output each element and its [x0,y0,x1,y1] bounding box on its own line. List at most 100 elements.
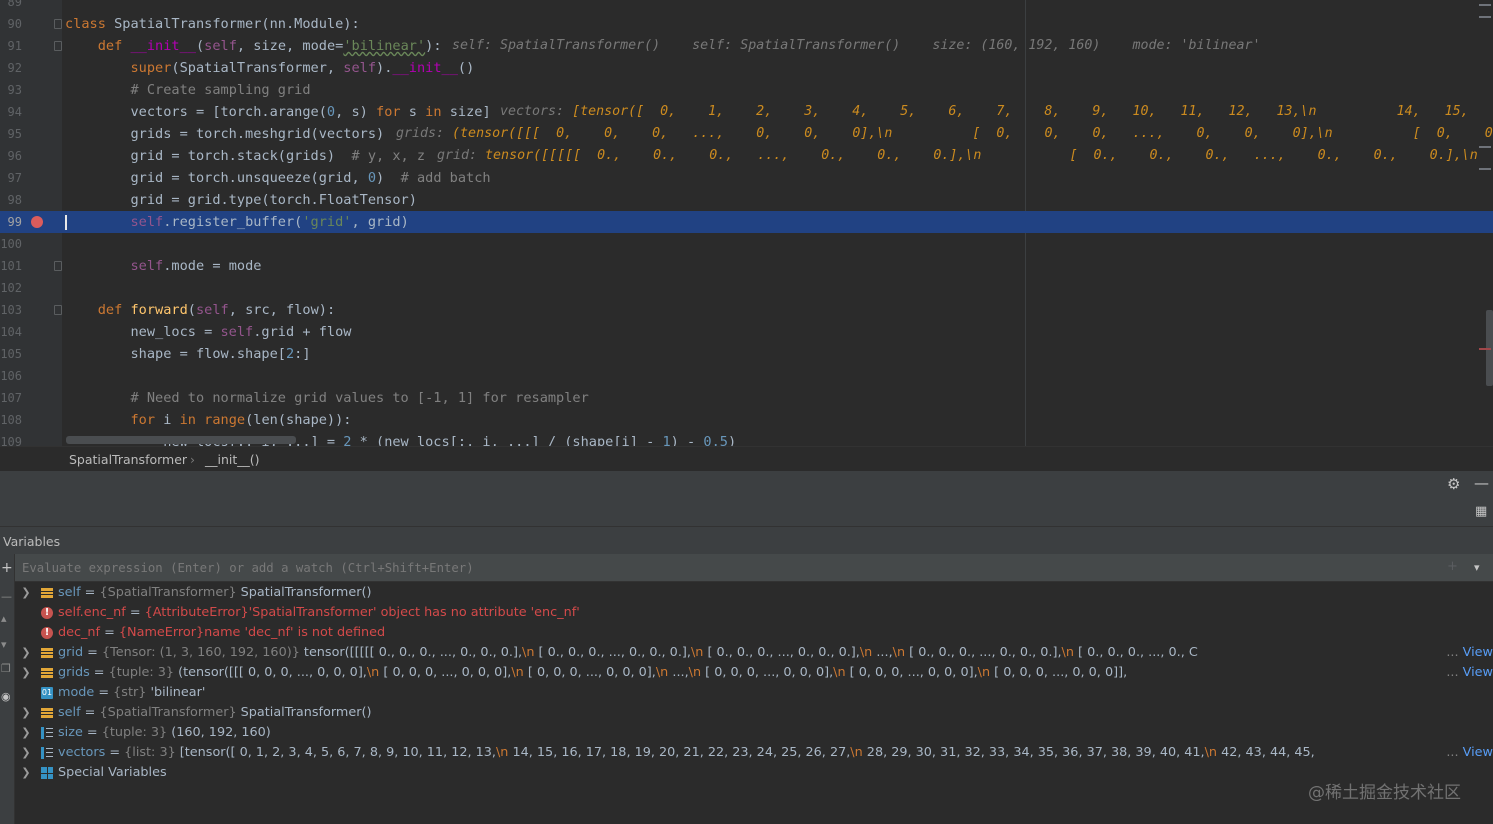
object-icon [41,588,53,598]
variable-name: self [58,585,81,600]
variable-row[interactable]: ! self.enc_nf = {AttributeError}'SpatialT… [15,603,1493,623]
chevron-right-icon[interactable]: ❯ [21,643,31,663]
evaluate-expression-bar: + ▾ [15,554,1493,582]
code-text: shape = flow.shape[2:] [65,346,311,362]
code-line[interactable]: 93 # Create sampling grid [0,79,1493,101]
view-link[interactable]: ... View [1440,643,1493,663]
variable-type: {SpatialTransformer} [99,705,241,720]
line-number: 108 [0,413,22,427]
gear-icon[interactable]: ⚙ [1447,476,1460,492]
variable-text: vectors = {list: 3} [tensor([ 0, 1, 2, 3… [58,743,1315,763]
add-watch-icon[interactable]: + [1,560,13,576]
code-line[interactable]: 98 grid = grid.type(torch.FloatTensor) [0,189,1493,211]
string-icon: 01 [41,687,53,699]
variable-equals: = [82,725,102,740]
code-line[interactable]: 92 super(SpatialTransformer, self).__ini… [0,57,1493,79]
horizontal-scrollbar[interactable] [66,436,296,444]
code-line[interactable]: 90 class SpatialTransformer(nn.Module): [0,13,1493,35]
fold-marker-icon[interactable] [54,41,62,51]
code-line[interactable]: 106 [0,365,1493,387]
breakpoint-icon[interactable] [31,216,43,228]
code-line[interactable]: 107 # Need to normalize grid values to [… [0,387,1493,409]
code-text: # Need to normalize grid values to [-1, … [130,390,589,406]
add-watch-inline-icon[interactable]: + [1447,559,1458,575]
code-text: # Create sampling grid [130,82,311,98]
line-number: 99 [7,215,22,229]
inline-debug-value: grids: (tensor([[[ 0, 0, 0, ..., 0, 0, 0… [396,126,1493,141]
code-text: grid = torch.unsqueeze(grid, 0) # add ba… [65,170,491,186]
evaluate-expression-input[interactable] [22,557,1442,579]
variable-name: self [58,705,81,720]
variable-row[interactable]: ❯ grid = {Tensor: (1, 3, 160, 192, 160)} … [15,643,1493,663]
variable-name: self.enc_nf [58,605,126,620]
minimize-icon[interactable]: — [1474,475,1489,491]
move-down-icon[interactable]: ▾ [1,638,7,651]
variable-text: grid = {Tensor: (1, 3, 160, 192, 160)} t… [58,643,1198,663]
variable-row[interactable]: ❯ grids = {tuple: 3} (tensor([[[ 0, 0, 0,… [15,663,1493,683]
code-line[interactable]: 101 self.mode = mode [0,255,1493,277]
variable-row[interactable]: ❯ size = {tuple: 3} (160, 192, 160) [15,723,1493,743]
breadcrumb: SpatialTransformer › __init__() [0,446,1493,470]
variable-equals: = [100,625,119,640]
variable-row[interactable]: ❯ vectors = {list: 3} [tensor([ 0, 1, 2, … [15,743,1493,763]
chevron-right-icon[interactable]: ❯ [21,723,31,743]
code-line[interactable]: 100 [0,233,1493,255]
variable-row[interactable]: ❯ self = {SpatialTransformer} SpatialTran… [15,583,1493,603]
scroll-marker[interactable] [1479,4,1491,6]
breakpoint-scroll-marker[interactable] [1479,348,1491,350]
move-up-icon[interactable]: ▴ [1,612,7,625]
code-line[interactable]: 103 def forward(self, src, flow): [0,299,1493,321]
code-line[interactable]: 99 self.register_buffer('grid', grid) [0,211,1493,233]
variable-row[interactable]: 01 mode = {str} 'bilinear' [15,683,1493,703]
variable-row[interactable]: ❯ self = {SpatialTransformer} SpatialTran… [15,703,1493,723]
variable-equals: = [94,685,114,700]
variable-row[interactable]: ! dec_nf = {NameError}name 'dec_nf' is no… [15,623,1493,643]
chevron-right-icon[interactable]: ❯ [21,583,31,603]
chevron-right-icon[interactable]: ❯ [21,663,31,683]
chevron-right-icon[interactable]: ❯ [21,743,31,763]
code-editor[interactable]: 89 90 class SpatialTransformer(nn.Module):… [0,0,1493,446]
code-text: for i in range(len(shape)): [130,412,352,428]
variable-text: size = {tuple: 3} (160, 192, 160) [58,723,271,743]
variable-value: [tensor([ 0, 1, 2, 3, 4, 5, 6, 7, 8, 9, … [179,745,1315,760]
breadcrumb-method[interactable]: __init__() [205,452,260,467]
variable-row[interactable]: ❯ Special Variables [15,763,1493,783]
chevron-right-icon[interactable]: ❯ [21,703,31,723]
scroll-marker[interactable] [1479,16,1491,18]
variable-text: grids = {tuple: 3} (tensor([[[ 0, 0, 0, … [58,663,1127,683]
variable-name: grid [58,645,84,660]
scroll-marker[interactable] [1479,146,1491,148]
fold-marker-icon[interactable] [54,19,62,29]
copy-icon[interactable]: ❐ [1,662,11,675]
scroll-marker[interactable] [1479,168,1491,170]
line-number: 107 [0,391,22,405]
chevron-right-icon[interactable]: ❯ [21,763,31,783]
line-number: 96 [7,149,22,163]
view-link[interactable]: ... View [1440,743,1493,763]
code-line[interactable]: 89 [0,0,1493,13]
fold-marker-icon[interactable] [54,305,62,315]
code-line[interactable]: 108 for i in range(len(shape)): [0,409,1493,431]
inline-debug-value: grid: tensor([[[[[ 0., 0., 0., ..., 0., … [437,148,1493,163]
line-number: 89 [7,0,22,9]
show-watches-icon[interactable]: ◉ [1,690,11,703]
variable-equals: = [89,665,109,680]
line-number: 105 [0,347,22,361]
remove-watch-icon[interactable]: — [1,590,12,603]
fold-marker-icon[interactable] [54,261,62,271]
code-line[interactable]: 104 new_locs = self.grid + flow [0,321,1493,343]
variable-value: (tensor([[[ 0, 0, 0, ..., 0, 0, 0],\n [ … [178,665,1128,680]
variable-type: {tuple: 3} [108,665,179,680]
error-icon: ! [41,627,53,639]
code-line[interactable]: 105 shape = flow.shape[2:] [0,343,1493,365]
layout-icon[interactable]: ▦ [1475,504,1487,520]
history-dropdown-icon[interactable]: ▾ [1474,560,1480,576]
code-line[interactable]: 102 [0,277,1493,299]
variable-text: self = {SpatialTransformer} SpatialTrans… [58,583,372,603]
line-number: 100 [0,237,22,251]
view-link[interactable]: ... View [1440,663,1493,683]
code-line[interactable]: 97 grid = torch.unsqueeze(grid, 0) # add… [0,167,1493,189]
variable-text: Special Variables [58,763,167,783]
variable-equals: = [80,705,100,720]
breadcrumb-class[interactable]: SpatialTransformer [69,452,187,467]
